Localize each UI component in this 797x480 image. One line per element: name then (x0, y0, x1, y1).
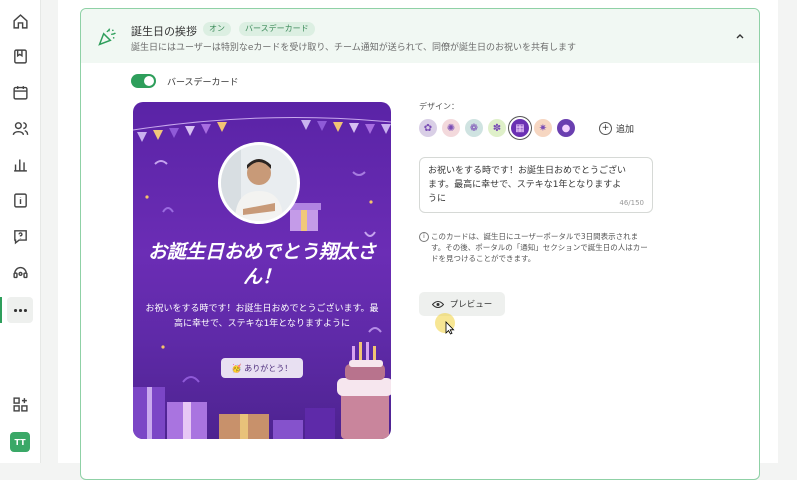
users-icon[interactable] (7, 115, 33, 141)
swatch-planet[interactable]: ● (557, 119, 575, 137)
message-text[interactable]: お祝いをする時です！お誕生日おめでとうございます。最高に幸せで、ステキな1年とな… (428, 164, 628, 206)
profile-photo (218, 142, 300, 224)
eye-icon (431, 300, 444, 308)
calendar-icon[interactable] (7, 79, 33, 105)
main-content: 誕生日の挨拶 オン バースデーカード 誕生日にはユーザーは特別なeカードを受け取… (58, 0, 778, 480)
add-widget-icon[interactable] (7, 391, 33, 417)
info-note: i このカードは、誕生日にユーザーポータルで3日間表示されます。その後、ポータル… (419, 231, 651, 264)
section-title: 誕生日の挨拶 (131, 25, 197, 38)
birthday-greeting-section: 誕生日の挨拶 オン バースデーカード 誕生日にはユーザーは特別なeカードを受け取… (80, 8, 760, 480)
add-design-button[interactable]: + 追加 (599, 122, 634, 135)
birthday-card-toggle[interactable] (131, 74, 156, 88)
swatch-purple-gift[interactable]: ▦ (511, 119, 529, 137)
preview-button[interactable]: プレビュー (419, 292, 505, 316)
more-icon[interactable] (0, 297, 33, 323)
section-description: 誕生日にはユーザーは特別なeカードを受け取り、チーム通知が送られて、同僚が誕生日… (131, 43, 577, 53)
birthday-card-preview: お誕生日おめでとう翔太さん！ お祝いをする時です！お誕生日おめでとうございます。… (133, 102, 391, 439)
swatch-teapot[interactable]: ❁ (465, 119, 483, 137)
swatch-orange-star[interactable]: ✷ (534, 119, 552, 137)
add-label: 追加 (616, 125, 635, 135)
avatar[interactable]: TT (10, 432, 30, 452)
info-text: このカードは、誕生日にユーザーポータルで3日間表示されます。その後、ポータルの「… (431, 232, 648, 263)
info-card-icon[interactable] (7, 187, 33, 213)
status-badge: オン (203, 22, 231, 36)
swatch-sunflower[interactable]: ✽ (488, 119, 506, 137)
thanks-button[interactable]: 🥳 ありがとう！ (221, 358, 303, 378)
plus-icon: + (599, 122, 612, 135)
book-icon[interactable] (7, 43, 33, 69)
toggle-label: バースデーカード (167, 78, 239, 88)
card-message: お祝いをする時です！お誕生日おめでとうございます。最高に幸せで、ステキな1年とな… (145, 304, 379, 329)
section-header[interactable]: 誕生日の挨拶 オン バースデーカード 誕生日にはユーザーは特別なeカードを受け取… (81, 9, 759, 63)
card-headline: お誕生日おめでとう翔太さん！ (147, 241, 376, 288)
design-label: デザイン： (419, 102, 459, 111)
home-icon[interactable] (7, 8, 33, 34)
support-icon[interactable] (7, 259, 33, 285)
sidebar: TT (0, 0, 41, 463)
preview-label: プレビュー (449, 300, 493, 310)
chart-icon[interactable] (7, 151, 33, 177)
char-counter: 46/150 (619, 199, 644, 207)
swatch-flowers-pink[interactable]: ✺ (442, 119, 460, 137)
party-popper-icon (98, 28, 116, 46)
type-badge: バースデーカード (239, 22, 315, 36)
info-icon: i (419, 232, 429, 242)
help-chat-icon[interactable] (7, 223, 33, 249)
swatch-flowers-lilac[interactable]: ✿ (419, 119, 437, 137)
message-input[interactable]: お祝いをする時です！お誕生日おめでとうございます。最高に幸せで、ステキな1年とな… (419, 157, 653, 213)
chevron-up-icon[interactable] (735, 31, 745, 41)
mouse-cursor-icon (445, 321, 455, 335)
